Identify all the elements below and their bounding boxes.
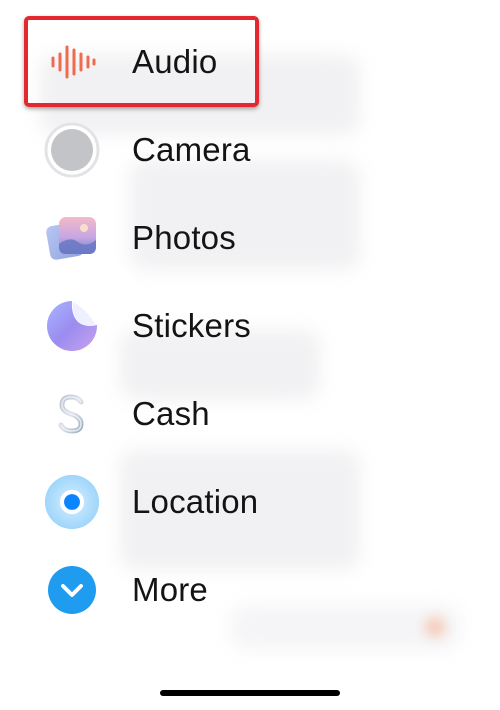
- menu-item-stickers[interactable]: Stickers: [0, 282, 500, 370]
- menu-item-more[interactable]: More: [0, 546, 500, 634]
- menu-item-label: Stickers: [132, 307, 251, 344]
- sticker-icon: [44, 298, 100, 354]
- menu-item-audio[interactable]: Audio: [0, 18, 500, 106]
- menu-item-location[interactable]: Location: [0, 458, 500, 546]
- dollar-sign-icon: [44, 386, 100, 442]
- camera-shutter-icon: [44, 122, 100, 178]
- menu-item-label: More: [132, 571, 208, 608]
- waveform-icon: [44, 34, 100, 90]
- menu-item-label: Location: [132, 483, 259, 520]
- menu-item-photos[interactable]: Photos: [0, 194, 500, 282]
- menu-item-cash[interactable]: Cash: [0, 370, 500, 458]
- menu-item-label: Camera: [132, 131, 251, 168]
- photos-icon: [44, 210, 100, 266]
- menu-item-camera[interactable]: Camera: [0, 106, 500, 194]
- home-indicator: [160, 690, 340, 696]
- menu-item-label: Audio: [132, 43, 218, 80]
- chevron-down-icon: [44, 562, 100, 618]
- menu-item-label: Cash: [132, 395, 210, 432]
- menu-item-label: Photos: [132, 219, 236, 256]
- location-dot-icon: [44, 474, 100, 530]
